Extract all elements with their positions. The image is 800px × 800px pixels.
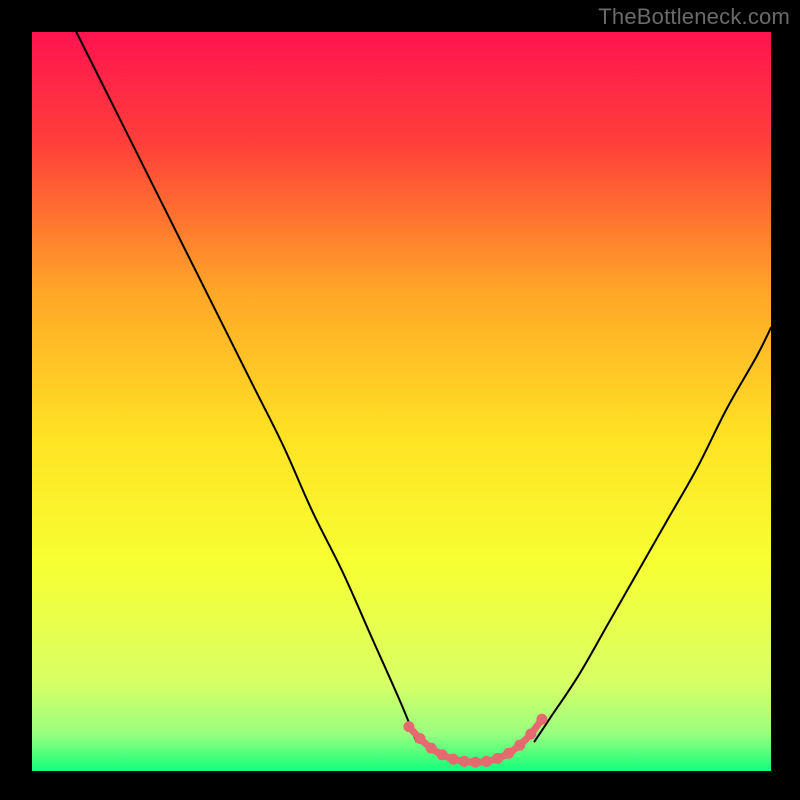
series-valley-segment-point [514, 740, 525, 751]
series-valley-segment-point [525, 729, 536, 740]
series-valley-segment-point [426, 743, 437, 754]
series-valley-segment-point [437, 749, 448, 760]
series-valley-segment-point [459, 756, 470, 767]
series-valley-segment-point [403, 721, 414, 732]
series-valley-segment-point [481, 756, 492, 767]
series-valley-segment-point [470, 757, 481, 768]
series-valley-segment-point [492, 753, 503, 764]
watermark-text: TheBottleneck.com [598, 4, 790, 30]
series-valley-segment-point [414, 733, 425, 744]
chart-frame: TheBottleneck.com [0, 0, 800, 800]
series-valley-segment-point [448, 754, 459, 765]
background-gradient [32, 32, 771, 771]
series-valley-segment-point [536, 714, 547, 725]
chart-svg [32, 32, 771, 771]
plot-area [32, 32, 771, 771]
series-valley-segment-point [503, 748, 514, 759]
